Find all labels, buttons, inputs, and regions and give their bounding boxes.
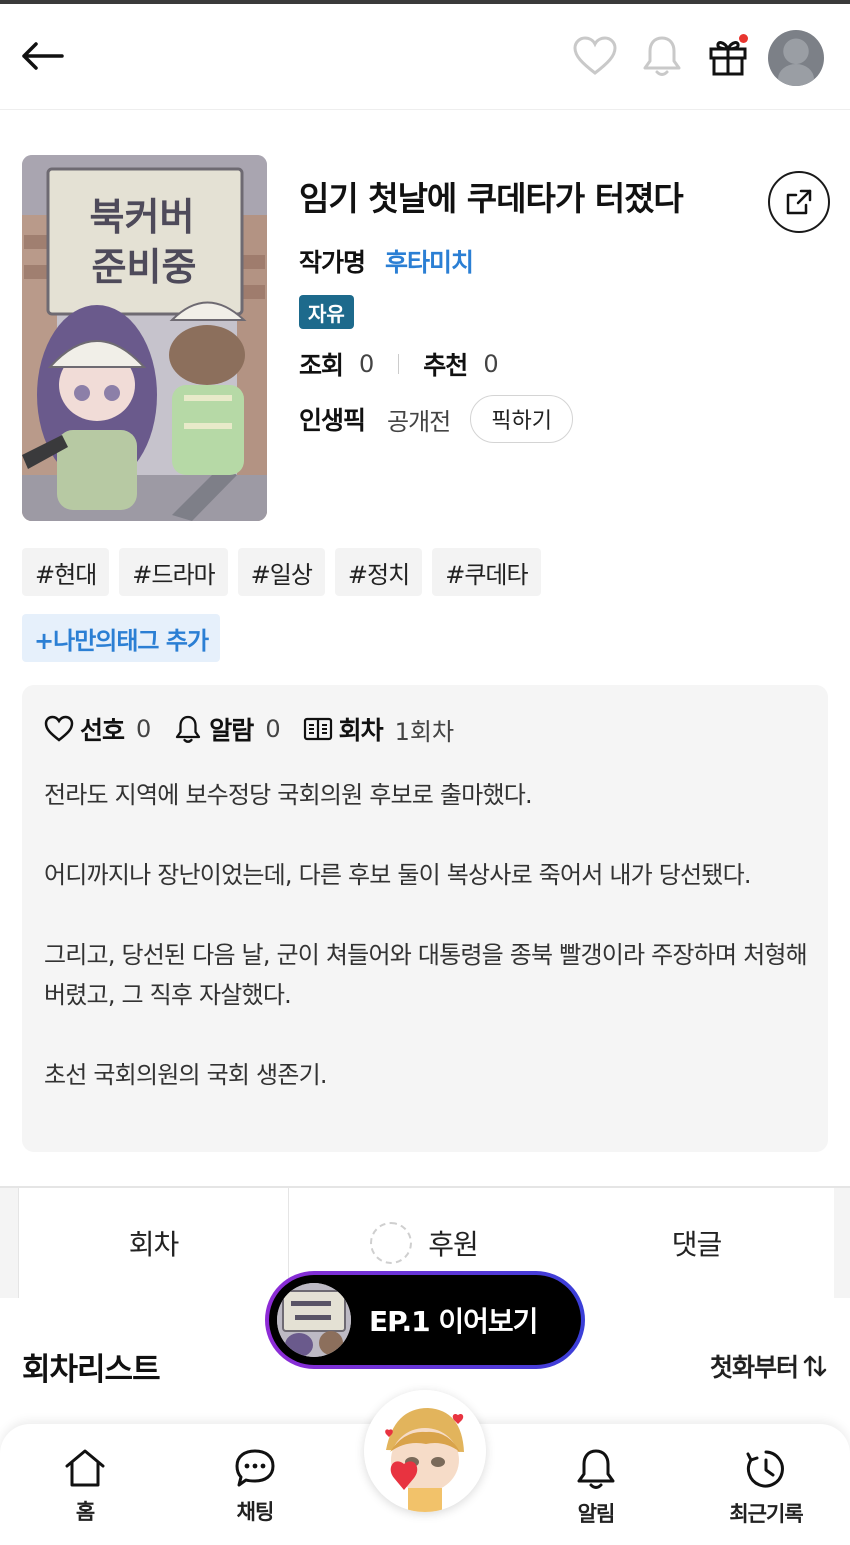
bell-icon	[577, 1449, 615, 1489]
character-mascot-icon	[364, 1390, 486, 1512]
cover-sign-line1: 북커버	[90, 195, 195, 239]
episode-list-title: 회차리스트	[22, 1352, 161, 1388]
book-icon	[303, 714, 333, 744]
life-pick-status: 공개전	[387, 407, 451, 436]
summary-card: 선호 0 알람 0 회차 1회차 전라도 지역에 보수정당 국회의원 후보로 출…	[22, 685, 828, 1152]
nav-center-character-button[interactable]	[364, 1390, 486, 1512]
nav-home[interactable]: 홈	[25, 1424, 145, 1545]
nav-home-label: 홈	[75, 1500, 95, 1524]
cover-sign-line2: 준비중	[92, 245, 197, 289]
add-my-tag-button[interactable]: +나만의태그 추가	[22, 614, 221, 662]
tab-comments[interactable]: 댓글	[559, 1188, 834, 1298]
favorite-button[interactable]	[571, 32, 619, 80]
share-icon	[786, 189, 812, 215]
nav-recent[interactable]: 최근기록	[706, 1424, 826, 1545]
counts-row: 선호 0 알람 0 회차 1회차	[44, 711, 476, 747]
home-icon	[65, 1449, 105, 1487]
episode-label: 회차	[338, 716, 384, 745]
share-button[interactable]	[768, 171, 830, 233]
life-pick-label: 인생픽	[299, 406, 366, 435]
notification-button[interactable]	[638, 32, 686, 80]
stats-row: 조회 0 추천 0	[299, 346, 499, 382]
like-label: 선호	[80, 716, 125, 745]
alarm-label: 알람	[209, 716, 254, 745]
continue-reading-inner: EP.1 이어보기	[269, 1275, 581, 1365]
views-label: 조회	[299, 351, 344, 380]
stats-divider	[398, 354, 400, 374]
author-link[interactable]: 후타미치	[385, 243, 474, 279]
synopsis-paragraph: 전라도 지역에 보수정당 국회의원 후보로 출마했다.	[44, 781, 533, 809]
author-label: 작가명	[299, 248, 366, 277]
free-badge: 자유	[299, 295, 354, 329]
sort-arrows-icon	[803, 1355, 827, 1377]
heart-icon	[573, 36, 617, 75]
tab-comments-label: 댓글	[671, 1228, 723, 1261]
nav-alarm[interactable]: 알림	[536, 1424, 656, 1545]
nav-chat-label: 채팅	[236, 1500, 275, 1524]
sort-label: 첫화부터	[709, 1353, 799, 1382]
synopsis-paragraph: 그리고, 당선된 다음 날, 군이 쳐들어와 대통령을 종북 빨갱이라 주장하며…	[44, 941, 808, 1009]
novel-title: 임기 첫날에 쿠데타가 터졌다	[299, 179, 684, 218]
synopsis-paragraph: 초선 국회의원의 국회 생존기.	[44, 1061, 327, 1089]
tag-item[interactable]: #정치	[334, 548, 423, 596]
life-pick-row: 인생픽 공개전 픽하기	[299, 395, 573, 443]
history-icon	[746, 1450, 784, 1488]
tag-item[interactable]: #일상	[237, 548, 325, 596]
sort-button[interactable]: 첫화부터	[710, 1348, 828, 1384]
alarm-count: 0	[265, 715, 281, 743]
nav-alarm-label: 알림	[577, 1502, 616, 1526]
back-button[interactable]	[16, 34, 68, 78]
episode-count: 1회차	[394, 717, 455, 746]
continue-thumbnail	[277, 1283, 351, 1357]
continue-reading-button[interactable]: EP.1 이어보기	[265, 1271, 585, 1369]
pick-button[interactable]: 픽하기	[470, 395, 573, 443]
tag-item[interactable]: #현대	[22, 548, 110, 596]
bell-outline-icon	[173, 714, 203, 744]
synopsis-paragraph: 어디까지나 장난이었는데, 다른 후보 둘이 복상사로 죽어서 내가 당선됐다.	[44, 861, 752, 889]
continue-reading-label: EP.1 이어보기	[369, 1305, 538, 1338]
top-header	[0, 4, 850, 110]
like-count: 0	[136, 715, 152, 743]
arrow-left-icon	[22, 42, 64, 70]
tab-episodes[interactable]: 회차	[18, 1188, 289, 1298]
recommend-label: 추천	[423, 351, 468, 380]
user-avatar[interactable]	[768, 30, 824, 86]
tab-support-label: 후원	[428, 1228, 479, 1261]
views-count: 0	[359, 350, 375, 378]
tag-list: #현대 #드라마 #일상 #정치 #쿠데타	[22, 548, 541, 596]
chat-icon	[235, 1449, 275, 1487]
nav-chat[interactable]: 채팅	[195, 1424, 315, 1545]
loading-spinner-icon	[370, 1222, 413, 1264]
tag-item[interactable]: #드라마	[119, 548, 228, 596]
notification-dot	[739, 34, 748, 43]
author-row: 작가명 후타미치	[299, 243, 474, 279]
synopsis: 전라도 지역에 보수정당 국회의원 후보로 출마했다. 어디까지나 장난이었는데…	[44, 775, 814, 1095]
nav-recent-label: 최근기록	[729, 1502, 803, 1526]
gift-button[interactable]	[704, 32, 752, 80]
bell-icon	[643, 36, 681, 76]
tag-item[interactable]: #쿠데타	[432, 548, 541, 596]
heart-outline-icon	[44, 714, 74, 744]
tab-episodes-label: 회차	[128, 1228, 180, 1261]
recommend-count: 0	[483, 350, 499, 378]
cover-image: 북커버 준비중	[22, 155, 267, 521]
